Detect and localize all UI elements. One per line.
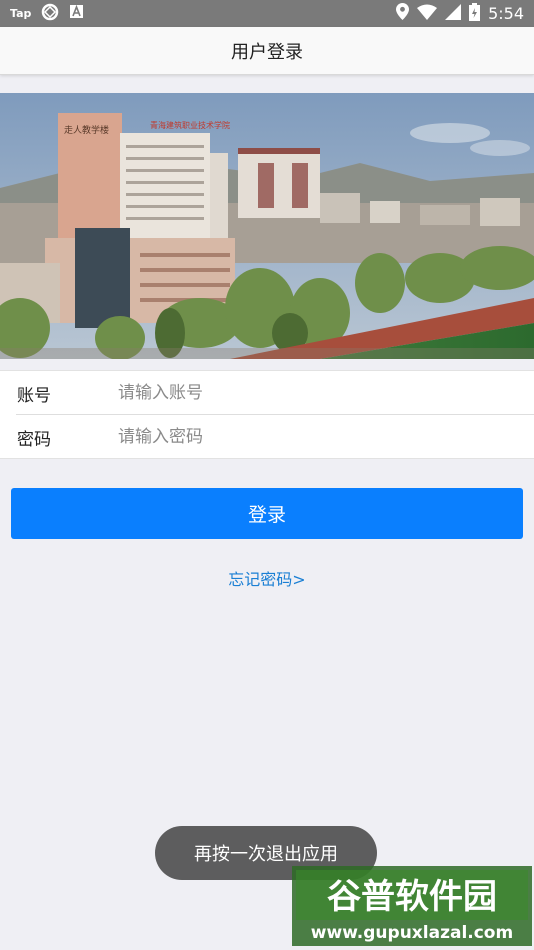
login-form: 账号 密码	[0, 370, 534, 459]
wifi-icon	[417, 4, 438, 24]
signal-icon	[445, 3, 462, 24]
tap-badge: Tap	[10, 7, 32, 20]
vpn-icon	[41, 3, 59, 25]
campus-banner-image: 青海建筑职业技术学院 走人教学楼	[0, 93, 534, 359]
account-input[interactable]	[118, 378, 518, 408]
status-right: 5:54	[396, 2, 524, 25]
password-label: 密码	[17, 429, 51, 450]
watermark-url: www.gupuxlazal.com	[311, 923, 513, 943]
watermark-brand: 谷普软件园	[327, 877, 497, 917]
account-label: 账号	[17, 385, 51, 406]
page-title: 用户登录	[231, 41, 303, 63]
password-row: 密码	[0, 415, 534, 459]
svg-text:走人教学楼: 走人教学楼	[64, 124, 109, 136]
location-icon	[396, 3, 410, 24]
status-bar: Tap 5:54	[0, 0, 534, 27]
app-header: 用户登录	[0, 27, 534, 75]
status-time: 5:54	[488, 4, 524, 23]
site-watermark: 谷普软件园 www.gupuxlazal.com	[292, 866, 532, 946]
account-row: 账号	[0, 371, 534, 415]
login-button[interactable]: 登录	[11, 488, 523, 539]
status-left: Tap	[10, 3, 84, 25]
battery-icon	[469, 2, 481, 25]
password-input[interactable]	[118, 422, 518, 452]
forgot-password-link[interactable]: 忘记密码>	[0, 566, 534, 590]
svg-text:青海建筑职业技术学院: 青海建筑职业技术学院	[150, 120, 230, 130]
notification-a-icon	[69, 4, 84, 23]
